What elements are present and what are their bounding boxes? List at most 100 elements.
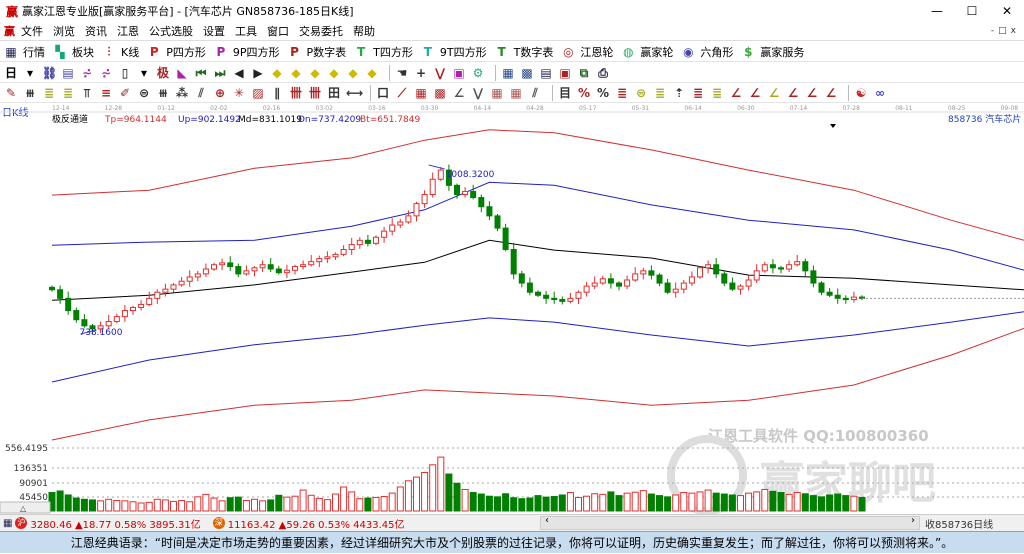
- yin-yang-button[interactable]: ☯: [854, 86, 873, 100]
- gear-button[interactable]: ⚙: [471, 66, 490, 80]
- draw-button[interactable]: ✐: [118, 86, 137, 100]
- toolbar-button-hexagon[interactable]: ◉ 六角形: [681, 44, 741, 60]
- grid-red-button[interactable]: ▦: [414, 86, 433, 100]
- toolbar-button-kline[interactable]: ⫶ K线: [102, 44, 147, 60]
- calculator-button[interactable]: ▩: [520, 66, 539, 80]
- infinity-button[interactable]: ∞: [873, 86, 892, 100]
- diamond-5-button[interactable]: ◆: [346, 66, 365, 80]
- maximize-button[interactable]: ☐: [955, 0, 989, 22]
- cycle-button[interactable]: ⧻: [156, 86, 175, 100]
- percent-button[interactable]: %: [596, 86, 615, 100]
- shanghai-index[interactable]: 3280.46 ▲18.77 0.58% 3895.31亿: [30, 516, 200, 531]
- angle-g-button[interactable]: ∠: [767, 86, 786, 100]
- arrow-up-button[interactable]: ⇡: [672, 86, 691, 100]
- toolbar-button-gann-wheel[interactable]: ◎ 江恩轮: [561, 44, 621, 60]
- chart-a-button[interactable]: ⩫: [80, 66, 99, 80]
- calendar-button[interactable]: ▦: [501, 66, 520, 80]
- horizontal-scrollbar[interactable]: ‹ ›: [540, 515, 920, 530]
- menu-item-2[interactable]: 资讯: [85, 23, 107, 39]
- comb-1-button[interactable]: 卌: [289, 86, 308, 100]
- coin-button[interactable]: ⊜: [634, 86, 653, 100]
- grid-dark-button[interactable]: ▩: [433, 86, 452, 100]
- level-2-button[interactable]: ≣: [710, 86, 729, 100]
- shenzhen-index[interactable]: 11163.42 ▲59.26 0.53% 4433.45亿: [228, 516, 405, 531]
- parallel-button[interactable]: ⫽: [528, 86, 547, 100]
- pct-lines-button[interactable]: ≣: [615, 86, 634, 100]
- hand-button[interactable]: ☚: [395, 66, 414, 80]
- toolbar-button-t9[interactable]: T 9T四方形: [421, 44, 495, 60]
- diamond-6-button[interactable]: ◆: [365, 66, 384, 80]
- flag-button[interactable]: ◣: [175, 66, 194, 80]
- dropdown-button[interactable]: ▾: [137, 66, 156, 80]
- circle-button[interactable]: ⊜: [137, 86, 156, 100]
- day-period-button[interactable]: 日: [4, 66, 23, 80]
- toolbar-button-tn[interactable]: T T数字表: [495, 44, 562, 60]
- grid-a-button[interactable]: ▦: [490, 86, 509, 100]
- fan-button[interactable]: ⫽: [194, 86, 213, 100]
- close-button[interactable]: ✕: [990, 0, 1024, 22]
- menu-item-9[interactable]: 帮助: [353, 23, 375, 39]
- last-button[interactable]: ⏭: [213, 66, 232, 80]
- first-button[interactable]: ⏮: [194, 66, 213, 80]
- dropdown-button[interactable]: ▾: [23, 66, 42, 80]
- print-button[interactable]: ⎙: [596, 66, 615, 80]
- mdi-controls[interactable]: -□x: [991, 26, 1020, 36]
- v-button[interactable]: ⋁: [471, 86, 490, 100]
- toolbar-button-p-square[interactable]: P P四方形: [147, 44, 214, 60]
- frame-button[interactable]: 口: [376, 86, 395, 100]
- scroll-left-button[interactable]: ‹: [545, 515, 549, 526]
- menu-item-5[interactable]: 设置: [203, 23, 225, 39]
- target-button[interactable]: ⊕: [213, 86, 232, 100]
- scroll-right-button[interactable]: ›: [911, 515, 915, 526]
- width-button[interactable]: ⟷: [346, 86, 365, 100]
- diamond-4-button[interactable]: ◆: [327, 66, 346, 80]
- toolbar-button-winner-wheel[interactable]: ◍ 赢家轮: [621, 44, 681, 60]
- menu-item-8[interactable]: 交易委托: [299, 23, 343, 39]
- ladder-button[interactable]: 目: [558, 86, 577, 100]
- angle-i-button[interactable]: ∠: [805, 86, 824, 100]
- percent-red-button[interactable]: %: [577, 86, 596, 100]
- menu-item-3[interactable]: 江恩: [117, 23, 139, 39]
- list-button[interactable]: ▤: [539, 66, 558, 80]
- gold-3-button[interactable]: ≣: [653, 86, 672, 100]
- period-button[interactable]: ≡: [99, 86, 118, 100]
- menu-item-4[interactable]: 公式选股: [149, 23, 193, 39]
- n2-button[interactable]: ⁂: [175, 86, 194, 100]
- toolbar-button-t-square[interactable]: T T四方形: [354, 44, 421, 60]
- tool-button[interactable]: ▣: [452, 66, 471, 80]
- toolbar-button-p9[interactable]: P 9P四方形: [214, 44, 288, 60]
- diamond-2-button[interactable]: ◆: [289, 66, 308, 80]
- star-button[interactable]: ✳: [232, 86, 251, 100]
- candle-button[interactable]: ▯: [118, 66, 137, 80]
- hash-lines-button[interactable]: ⧻: [23, 86, 42, 100]
- level-1-button[interactable]: ≣: [691, 86, 710, 100]
- toolbar-button-blocks[interactable]: ▚ 板块: [53, 44, 102, 60]
- table-button[interactable]: 田: [327, 86, 346, 100]
- gold-2-button[interactable]: ≣: [61, 86, 80, 100]
- angle-j-button[interactable]: ∠: [824, 86, 843, 100]
- pen-button[interactable]: ✎: [4, 86, 23, 100]
- toolbar-button-dollar[interactable]: $ 赢家服务: [741, 44, 812, 60]
- save-button[interactable]: ▣: [558, 66, 577, 80]
- crosshair-button[interactable]: +: [414, 66, 433, 80]
- grid-b-button[interactable]: ▦: [509, 86, 528, 100]
- fib-button[interactable]: ⫪: [80, 86, 99, 100]
- minimize-button[interactable]: —: [920, 0, 954, 22]
- lines-button[interactable]: ∥: [270, 86, 289, 100]
- menu-item-7[interactable]: 窗口: [267, 23, 289, 39]
- link-button[interactable]: ⛓: [42, 66, 61, 80]
- note-button[interactable]: ▤: [61, 66, 80, 80]
- gold-1-button[interactable]: ≣: [42, 86, 61, 100]
- angle-f-button[interactable]: ∠: [748, 86, 767, 100]
- network-button[interactable]: ⧉: [577, 66, 596, 80]
- diamond-1-button[interactable]: ◆: [270, 66, 289, 80]
- menu-item-6[interactable]: 工具: [235, 23, 257, 39]
- angle-red-button[interactable]: ∠: [729, 86, 748, 100]
- angle-button[interactable]: ∠: [452, 86, 471, 100]
- angle-h-button[interactable]: ∠: [786, 86, 805, 100]
- right-button[interactable]: ▶: [251, 66, 270, 80]
- wave-button[interactable]: ⋁: [433, 66, 452, 80]
- comb-2-button[interactable]: 卌: [308, 86, 327, 100]
- left-button[interactable]: ◀: [232, 66, 251, 80]
- box-button[interactable]: ▨: [251, 86, 270, 100]
